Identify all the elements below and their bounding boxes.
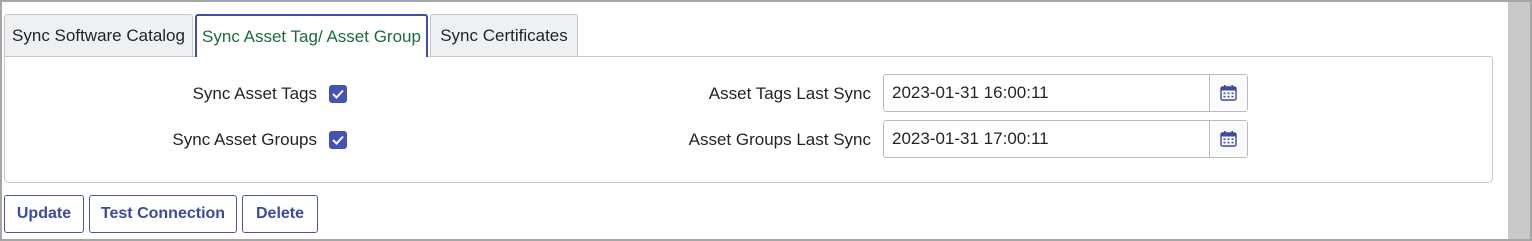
tab-sync-certificates[interactable]: Sync Certificates bbox=[430, 14, 578, 56]
asset-groups-last-sync-label: Asset Groups Last Sync bbox=[688, 130, 871, 149]
vertical-scrollbar[interactable] bbox=[1508, 2, 1530, 239]
tab-sync-software-catalog[interactable]: Sync Software Catalog bbox=[4, 14, 193, 56]
asset-tags-calendar-button[interactable] bbox=[1209, 75, 1247, 111]
tab-panel: Sync Asset Tags Asset Tags Last Sync 202… bbox=[4, 56, 1493, 183]
asset-groups-last-sync-field[interactable]: 2023-01-31 17:00:11 bbox=[883, 120, 1248, 158]
calendar-icon bbox=[1220, 85, 1237, 101]
calendar-icon bbox=[1220, 131, 1237, 147]
checkmark-icon bbox=[332, 89, 344, 99]
sync-asset-groups-label: Sync Asset Groups bbox=[172, 130, 317, 149]
test-connection-button[interactable]: Test Connection bbox=[89, 195, 237, 233]
tab-sync-asset-tag-asset-group[interactable]: Sync Asset Tag/ Asset Group bbox=[195, 14, 428, 57]
update-button[interactable]: Update bbox=[4, 195, 84, 233]
delete-button[interactable]: Delete bbox=[242, 195, 318, 233]
asset-tags-last-sync-label: Asset Tags Last Sync bbox=[708, 84, 871, 103]
asset-tags-last-sync-value[interactable]: 2023-01-31 16:00:11 bbox=[892, 75, 1049, 111]
asset-tags-last-sync-field[interactable]: 2023-01-31 16:00:11 bbox=[883, 74, 1248, 112]
sync-asset-tags-label: Sync Asset Tags bbox=[192, 84, 317, 103]
asset-groups-calendar-button[interactable] bbox=[1209, 121, 1247, 157]
checkmark-icon bbox=[332, 135, 344, 145]
sync-asset-groups-checkbox[interactable] bbox=[329, 131, 347, 149]
sync-asset-tags-checkbox[interactable] bbox=[329, 85, 347, 103]
asset-groups-last-sync-value[interactable]: 2023-01-31 17:00:11 bbox=[892, 121, 1049, 157]
